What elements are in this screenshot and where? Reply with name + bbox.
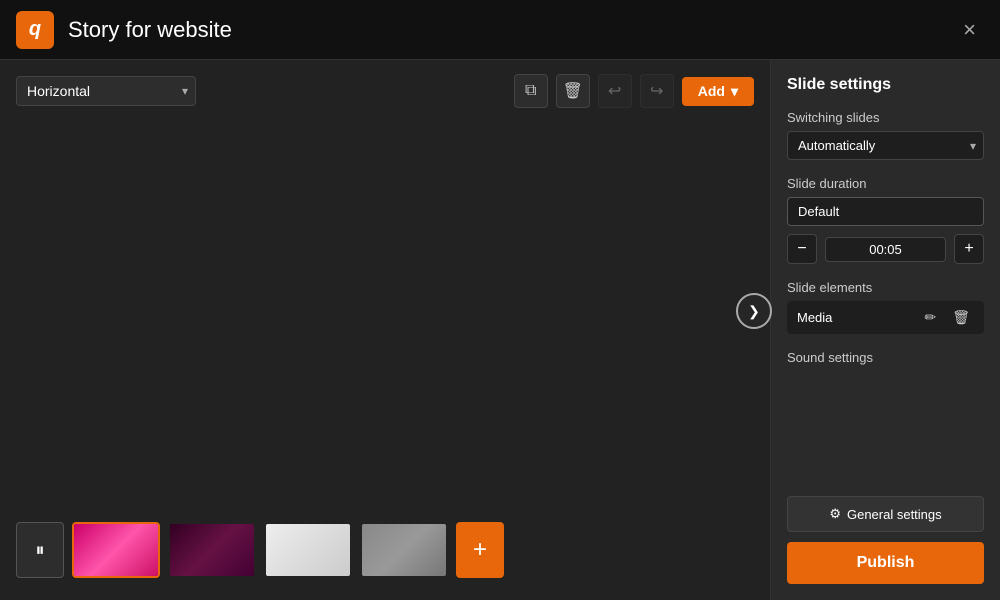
slide-thumb-image-2 bbox=[170, 524, 254, 576]
duration-controls: − 00:05 + bbox=[787, 234, 984, 264]
orientation-select[interactable]: Horizontal Vertical bbox=[16, 76, 196, 106]
plus-icon: + bbox=[473, 536, 487, 564]
duration-input[interactable] bbox=[787, 197, 984, 226]
elements-label: Slide elements bbox=[787, 280, 984, 295]
page-title: Story for website bbox=[68, 17, 232, 43]
delete-element-button[interactable]: 🗑 bbox=[948, 307, 974, 328]
sound-section: Sound settings bbox=[787, 350, 984, 371]
chevron-right-icon: ❯ bbox=[748, 303, 760, 320]
header-left: q Story for website bbox=[16, 11, 232, 49]
canvas-container: 🔇 ❯ bbox=[16, 120, 754, 502]
slide-thumbnail-3[interactable] bbox=[264, 522, 352, 578]
duration-minus-button[interactable]: − bbox=[787, 234, 817, 264]
duration-plus-button[interactable]: + bbox=[954, 234, 984, 264]
slide-thumb-image-3 bbox=[266, 524, 350, 576]
trash-icon: 🗑 bbox=[952, 309, 970, 325]
panel-bottom: ⚙ General settings Publish bbox=[787, 496, 984, 584]
undo-icon: ↩ bbox=[608, 81, 621, 101]
delete-button[interactable]: 🗑 bbox=[556, 74, 590, 108]
play-pause-button[interactable]: ⏸ bbox=[16, 522, 64, 578]
switching-section: Switching slides Automatically Manually … bbox=[787, 110, 984, 160]
slide-thumbnail-2[interactable] bbox=[168, 522, 256, 578]
slide-thumb-image-1 bbox=[74, 524, 158, 576]
add-slide-button[interactable]: + bbox=[456, 522, 504, 578]
header: q Story for website × bbox=[0, 0, 1000, 60]
logo: q bbox=[16, 11, 54, 49]
slide-thumbnail-4[interactable] bbox=[360, 522, 448, 578]
plus-icon: + bbox=[964, 240, 973, 258]
gear-icon: ⚙ bbox=[829, 506, 841, 522]
main-area: Horizontal Vertical ▾ ⧉ 🗑 ↩ ↪ Add ▾ bbox=[0, 60, 1000, 600]
duration-label: Slide duration bbox=[787, 176, 984, 191]
add-label: Add bbox=[698, 83, 725, 99]
switching-select[interactable]: Automatically Manually bbox=[787, 131, 984, 160]
panel-title: Slide settings bbox=[787, 76, 984, 94]
copy-button[interactable]: ⧉ bbox=[514, 74, 548, 108]
minus-icon: − bbox=[797, 240, 806, 258]
orientation-select-wrapper: Horizontal Vertical ▾ bbox=[16, 76, 196, 106]
switching-select-wrapper: Automatically Manually ▾ bbox=[787, 131, 984, 160]
editor-area: Horizontal Vertical ▾ ⧉ 🗑 ↩ ↪ Add ▾ bbox=[0, 60, 770, 600]
redo-icon: ↪ bbox=[650, 81, 663, 101]
add-button[interactable]: Add ▾ bbox=[682, 77, 754, 106]
pause-icon: ⏸ bbox=[36, 540, 45, 561]
slide-thumb-image-4 bbox=[362, 524, 446, 576]
add-arrow-icon: ▾ bbox=[731, 83, 738, 100]
toolbar: Horizontal Vertical ▾ ⧉ 🗑 ↩ ↪ Add ▾ bbox=[16, 74, 754, 108]
slide-thumbnail-1[interactable] bbox=[72, 522, 160, 578]
publish-button[interactable]: Publish bbox=[787, 542, 984, 584]
close-button[interactable]: × bbox=[955, 13, 984, 47]
copy-icon: ⧉ bbox=[525, 82, 536, 100]
general-settings-label: General settings bbox=[847, 507, 942, 522]
sound-label: Sound settings bbox=[787, 350, 984, 365]
duration-time-display: 00:05 bbox=[825, 237, 946, 262]
next-slide-arrow[interactable]: ❯ bbox=[736, 293, 772, 329]
elements-section: Slide elements Media ✏ 🗑 bbox=[787, 280, 984, 334]
duration-section: Slide duration − 00:05 + bbox=[787, 176, 984, 264]
element-name: Media bbox=[797, 310, 912, 325]
delete-icon: 🗑 bbox=[563, 81, 583, 101]
edit-icon: ✏ bbox=[924, 309, 936, 325]
slide-settings-panel: Slide settings Switching slides Automati… bbox=[770, 60, 1000, 600]
timeline: ⏸ + bbox=[16, 514, 754, 586]
switching-label: Switching slides bbox=[787, 110, 984, 125]
general-settings-button[interactable]: ⚙ General settings bbox=[787, 496, 984, 532]
redo-button[interactable]: ↪ bbox=[640, 74, 674, 108]
edit-element-button[interactable]: ✏ bbox=[920, 307, 940, 328]
media-element-row: Media ✏ 🗑 bbox=[787, 301, 984, 334]
undo-button[interactable]: ↩ bbox=[598, 74, 632, 108]
